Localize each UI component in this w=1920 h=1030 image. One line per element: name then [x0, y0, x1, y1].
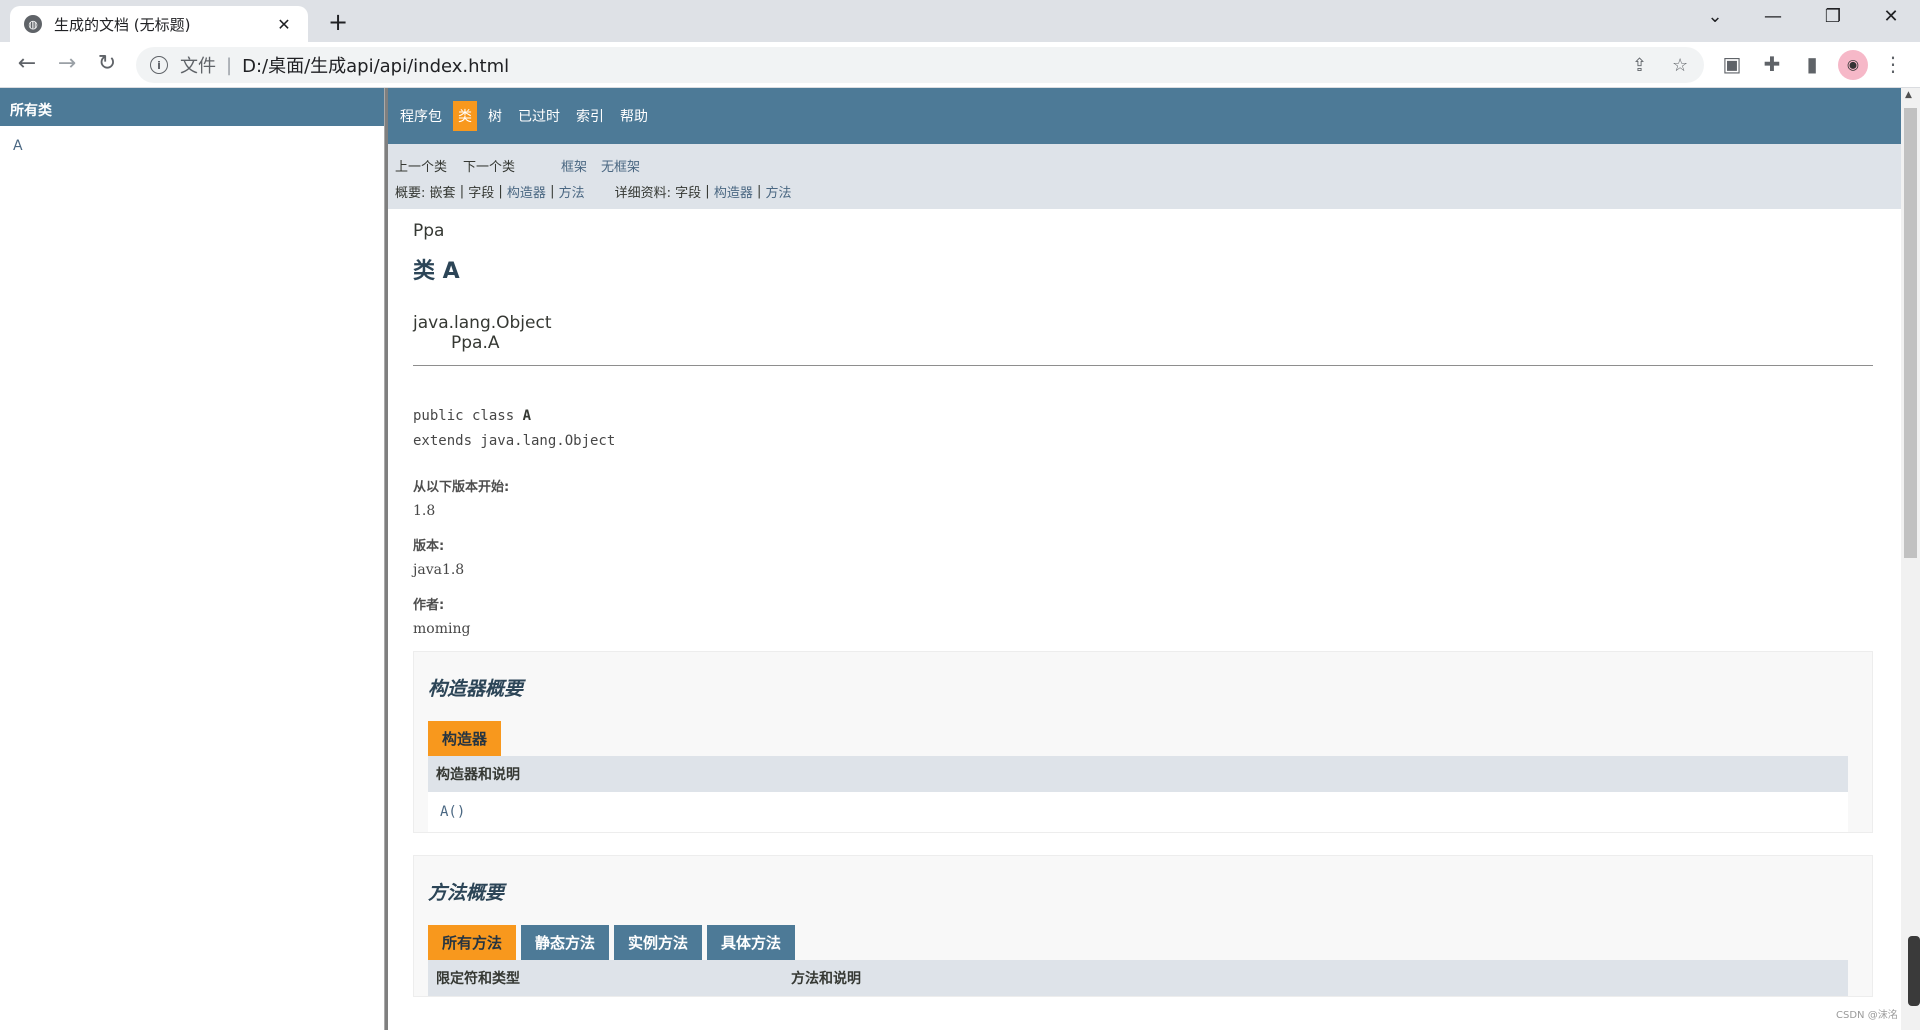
url-text[interactable]: D:/桌面/生成api/api/index.html — [242, 52, 509, 78]
star-icon[interactable]: ☆ — [1672, 55, 1688, 76]
sig-extends: extends java.lang.Object — [413, 433, 616, 449]
class-signature: public class A extends java.lang.Object — [413, 404, 1876, 454]
tab-search-icon[interactable]: ⌄ — [1700, 6, 1730, 27]
all-classes-frame: 所有类 A — [0, 88, 384, 1030]
back-arrow-icon[interactable]: ← — [13, 51, 41, 76]
pipe: | — [498, 183, 503, 199]
top-nav-bar: 程序包 类 树 已过时 索引 帮助 — [388, 88, 1901, 144]
nav-class: 类 — [453, 101, 477, 131]
package-label: Ppa — [413, 221, 445, 241]
nav-deprecated[interactable]: 已过时 — [513, 101, 565, 131]
pipe: | — [550, 183, 555, 199]
method-summary-heading: 方法概要 — [428, 882, 505, 904]
globe-icon: ◍ — [24, 15, 42, 33]
class-frame: 程序包 类 树 已过时 索引 帮助 上一个类 下一个类 框架 无框架 概要: 嵌… — [388, 88, 1901, 1030]
constructor-link[interactable]: A() — [440, 804, 465, 820]
pipe: | — [756, 183, 762, 199]
detail-field: 字段 — [675, 185, 702, 201]
constructor-table: 构造器和说明 A() — [428, 756, 1848, 832]
forward-arrow-icon[interactable]: → — [53, 51, 81, 76]
author-label: 作者: — [413, 598, 445, 613]
summary-nested: 嵌套 — [429, 185, 456, 201]
inheritance-tree: java.lang.Object Ppa.A — [413, 313, 1876, 353]
prev-class: 上一个类 — [395, 159, 448, 175]
frames-link[interactable]: 框架 — [561, 156, 587, 175]
info-icon[interactable]: i — [150, 56, 168, 74]
scheme-separator: | — [226, 54, 233, 76]
restore-icon[interactable]: ❐ — [1818, 6, 1848, 27]
detail-constructor-link[interactable]: 构造器 — [714, 182, 753, 201]
sidebar-icon[interactable]: ▮ — [1799, 52, 1825, 76]
page-viewport: 所有类 A 程序包 类 树 已过时 索引 帮助 上一个类 下一个类 框架 无框架… — [0, 88, 1920, 1030]
summary-constructor-link[interactable]: 构造器 — [507, 182, 546, 201]
minimize-icon[interactable]: — — [1758, 6, 1788, 27]
watermark: CSDN @沫洺 — [1836, 1010, 1898, 1021]
avatar[interactable]: ◉ — [1838, 50, 1868, 80]
divider-rule — [413, 365, 1873, 366]
method-table-header: 限定符和类型 方法和说明 — [428, 960, 1848, 996]
no-frames-link[interactable]: 无框架 — [601, 156, 640, 175]
close-window-icon[interactable]: ✕ — [1876, 6, 1906, 27]
side-widget[interactable] — [1908, 936, 1920, 1006]
tab-title: 生成的文档 (无标题) — [54, 15, 191, 34]
sig-public: public class — [413, 408, 523, 424]
next-class: 下一个类 — [463, 159, 516, 175]
method-tabs: 所有方法 静态方法 实例方法 具体方法 — [428, 925, 1858, 960]
tab-instance-methods[interactable]: 实例方法 — [614, 925, 703, 960]
nav-package[interactable]: 程序包 — [395, 101, 447, 131]
tab-static-methods[interactable]: 静态方法 — [521, 925, 610, 960]
inherit-parent: java.lang.Object — [413, 313, 552, 333]
class-link-a[interactable]: A — [0, 126, 384, 166]
nav-help[interactable]: 帮助 — [615, 101, 653, 131]
menu-icon[interactable]: ⋮ — [1880, 52, 1906, 76]
version-label: 版本: — [413, 539, 445, 554]
version-value: java1.8 — [413, 562, 465, 578]
sub-nav: 上一个类 下一个类 框架 无框架 概要: 嵌套 | 字段 | 构造器 | 方法 … — [388, 144, 1901, 209]
page-scrollbar[interactable]: ▲ — [1901, 88, 1920, 1030]
col-method-desc: 方法和说明 — [791, 971, 861, 987]
scheme-label: 文件 — [180, 56, 216, 77]
tab-all-methods[interactable]: 所有方法 — [428, 925, 517, 960]
scroll-up-icon[interactable]: ▲ — [1905, 90, 1912, 100]
puzzle-icon[interactable]: ✚ — [1759, 52, 1785, 76]
summary-prefix: 概要: — [395, 185, 426, 201]
extension-icon[interactable]: ▣ — [1719, 52, 1745, 76]
pipe: | — [705, 183, 710, 199]
constructor-summary-heading: 构造器概要 — [428, 678, 524, 700]
author-value: moming — [413, 621, 471, 637]
scrollbar-thumb[interactable] — [1904, 108, 1917, 558]
close-tab-icon[interactable]: ✕ — [274, 15, 294, 34]
detail-method-link[interactable]: 方法 — [766, 182, 792, 201]
method-table: 限定符和类型 方法和说明 — [428, 960, 1848, 996]
page-title: 类 A — [413, 259, 460, 284]
pipe: | — [459, 183, 465, 199]
nav-tree[interactable]: 树 — [483, 101, 507, 131]
since-label: 从以下版本开始: — [413, 480, 510, 495]
class-content: Ppa 类 A java.lang.Object Ppa.A public cl… — [388, 209, 1901, 1007]
nav-index[interactable]: 索引 — [571, 101, 609, 131]
since-value: 1.8 — [413, 503, 436, 519]
constructor-caption: 构造器 — [428, 721, 1858, 756]
constructor-column-header: 构造器和说明 — [428, 756, 1848, 792]
reload-icon[interactable]: ↻ — [93, 51, 121, 76]
browser-tab-bar: ◍ 生成的文档 (无标题) ✕ + ⌄ — ❐ ✕ — [0, 0, 1920, 42]
detail-prefix: 详细资料: — [614, 185, 671, 201]
method-summary: 方法概要 所有方法 静态方法 实例方法 具体方法 限定符和类型 方法和说明 — [413, 855, 1873, 997]
share-icon[interactable]: ⇪ — [1632, 55, 1647, 76]
constructor-summary: 构造器概要 构造器 构造器和说明 A() — [413, 651, 1873, 833]
browser-toolbar: ← → ↻ i 文件 | D:/桌面/生成api/api/index.html … — [0, 42, 1920, 88]
tab-concrete-methods[interactable]: 具体方法 — [707, 925, 796, 960]
summary-field: 字段 — [468, 185, 495, 201]
new-tab-button[interactable]: + — [326, 8, 350, 36]
sig-name: A — [522, 408, 532, 424]
col-modifier-type: 限定符和类型 — [436, 971, 520, 987]
table-row: A() — [428, 792, 1848, 832]
summary-method-link[interactable]: 方法 — [559, 182, 585, 201]
constructor-caption-tab: 构造器 — [428, 721, 502, 756]
inherit-child: Ppa.A — [451, 333, 500, 353]
browser-tab[interactable]: ◍ 生成的文档 (无标题) ✕ — [10, 6, 308, 42]
address-bar[interactable]: i 文件 | D:/桌面/生成api/api/index.html — [136, 47, 1704, 83]
all-classes-header: 所有类 — [0, 88, 384, 126]
